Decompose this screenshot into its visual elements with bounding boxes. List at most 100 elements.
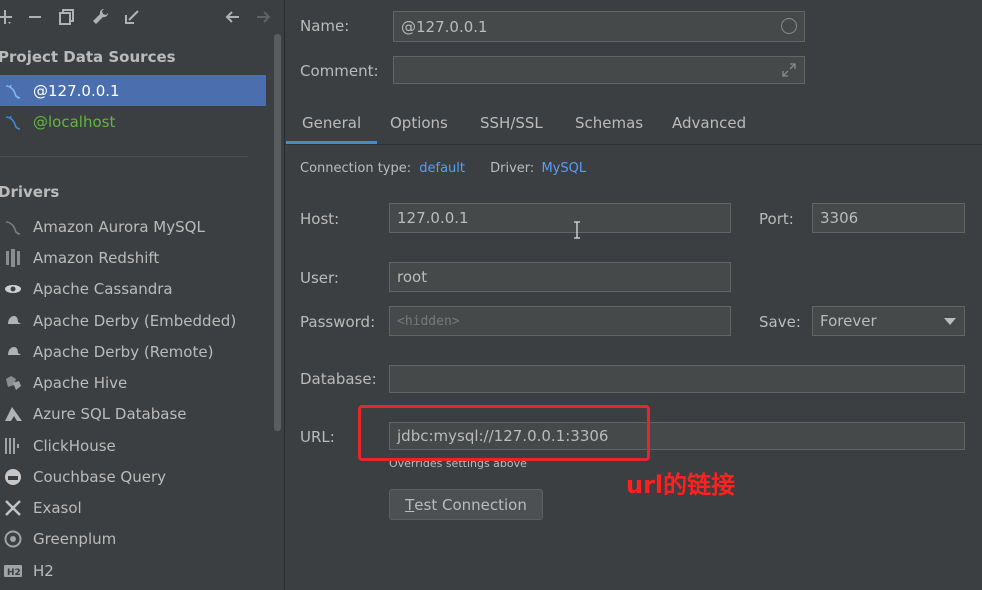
driver-label: Greenplum — [33, 529, 117, 548]
driver-label: Apache Cassandra — [33, 279, 173, 298]
driver-item-amazon-redshift[interactable]: Amazon Redshift — [0, 242, 266, 273]
chevron-down-icon — [944, 318, 956, 325]
duplicate-icon[interactable] — [56, 6, 78, 28]
driver-item-greenplum[interactable]: Greenplum — [0, 523, 266, 554]
user-input[interactable]: root — [389, 262, 731, 292]
derby-icon — [3, 314, 23, 328]
save-label: Save: — [759, 313, 801, 331]
test-connection-mnemonic: T — [405, 495, 415, 514]
color-circle-icon[interactable] — [781, 18, 797, 34]
connection-type-link[interactable]: default — [419, 161, 465, 176]
driver-item-apache-derby-remote[interactable]: Apache Derby (Remote) — [0, 336, 266, 367]
tab-ssh-ssl[interactable]: SSH/SSL — [464, 106, 559, 144]
mysql-dolphin-icon — [4, 82, 24, 100]
name-label: Name: — [300, 17, 350, 35]
drivers-header: Drivers — [0, 183, 60, 201]
connection-type-row: Connection type: default Driver: MySQL — [300, 161, 586, 176]
driver-label: Apache Derby (Remote) — [33, 342, 214, 361]
driver-label: Exasol — [33, 498, 82, 517]
url-highlight-box — [358, 405, 650, 461]
save-dropdown[interactable]: Forever — [812, 306, 965, 336]
exasol-icon — [3, 499, 23, 517]
azure-icon — [3, 406, 23, 422]
name-field-value: @127.0.0.1 — [401, 17, 488, 36]
comment-label: Comment: — [300, 62, 379, 80]
url-annotation: url的链接 — [626, 471, 736, 499]
tab-schemas[interactable]: Schemas — [559, 106, 659, 144]
svg-text:H2: H2 — [7, 568, 21, 578]
jump-to-icon[interactable] — [121, 6, 143, 28]
name-field[interactable]: @127.0.0.1 — [393, 11, 805, 42]
port-input-value: 3306 — [820, 209, 859, 227]
driver-item-apache-hive[interactable]: Apache Hive — [0, 367, 266, 398]
url-label: URL: — [300, 428, 335, 446]
cassandra-icon — [3, 282, 23, 296]
sidebar-divider — [0, 156, 248, 157]
remove-icon[interactable] — [24, 6, 46, 28]
add-icon[interactable] — [0, 6, 16, 28]
tab-advanced[interactable]: Advanced — [656, 106, 762, 144]
driver-link[interactable]: MySQL — [541, 161, 586, 176]
driver-label: Driver: — [490, 161, 535, 176]
redshift-icon — [3, 248, 23, 267]
data-source-item-localhost[interactable]: @localhost — [0, 106, 266, 137]
comment-field[interactable] — [393, 56, 805, 84]
forward-icon[interactable] — [253, 6, 275, 28]
sidebar-scrollbar-thumb[interactable] — [274, 34, 281, 431]
connection-type-label: Connection type: — [300, 161, 412, 176]
host-input-value: 127.0.0.1 — [397, 209, 469, 227]
data-sources-toolbar — [0, 0, 284, 34]
driver-item-amazon-aurora-mysql[interactable]: Amazon Aurora MySQL — [0, 211, 266, 242]
save-dropdown-value: Forever — [820, 312, 877, 330]
driver-item-azure-sql-database[interactable]: Azure SQL Database — [0, 398, 266, 429]
driver-label: Amazon Redshift — [33, 248, 160, 267]
driver-label: Couchbase Query — [33, 467, 167, 486]
aurora-mysql-icon — [3, 218, 23, 236]
tab-general[interactable]: General — [286, 106, 378, 144]
password-placeholder: <hidden> — [397, 313, 460, 329]
driver-label: Amazon Aurora MySQL — [33, 217, 205, 236]
couchbase-icon — [3, 468, 23, 486]
driver-label: Apache Hive — [33, 373, 128, 392]
properties-tabs: General Options SSH/SSL Schemas Advanced — [285, 106, 982, 145]
port-label: Port: — [759, 210, 794, 228]
expand-icon[interactable] — [780, 61, 798, 79]
driver-label: Azure SQL Database — [33, 404, 187, 423]
data-source-label: @localhost — [33, 112, 116, 131]
data-source-label: @127.0.0.1 — [33, 81, 120, 100]
test-connection-label: est Connection — [414, 495, 527, 514]
wrench-icon[interactable] — [89, 6, 111, 28]
user-input-value: root — [397, 268, 428, 286]
driver-label: Apache Derby (Embedded) — [33, 311, 237, 330]
h2-icon: H2 — [3, 564, 23, 578]
port-input[interactable]: 3306 — [812, 203, 965, 233]
database-input[interactable] — [389, 365, 965, 393]
data-sources-panel: Project Data Sources @127.0.0.1 @localho… — [0, 0, 285, 590]
database-label: Database: — [300, 370, 377, 388]
tab-options[interactable]: Options — [374, 106, 464, 144]
text-cursor-icon — [573, 221, 581, 239]
password-label: Password: — [300, 313, 376, 331]
data-source-item-127-0-0-1[interactable]: @127.0.0.1 — [0, 75, 266, 106]
greenplum-icon — [3, 530, 23, 548]
driver-item-exasol[interactable]: Exasol — [0, 492, 266, 523]
project-data-sources-header: Project Data Sources — [0, 48, 176, 66]
data-source-properties-panel: Name: @127.0.0.1 Comment: General Option… — [285, 0, 982, 590]
hive-icon — [3, 375, 23, 391]
host-input[interactable]: 127.0.0.1 — [389, 203, 731, 239]
driver-item-apache-derby-embedded[interactable]: Apache Derby (Embedded) — [0, 305, 266, 336]
mysql-dolphin-icon — [4, 113, 24, 131]
password-input[interactable]: <hidden> — [389, 306, 731, 336]
back-icon[interactable] — [221, 6, 243, 28]
derby-icon — [3, 345, 23, 359]
clickhouse-icon — [3, 437, 23, 454]
driver-item-clickhouse[interactable]: ClickHouse — [0, 430, 266, 461]
host-label: Host: — [300, 210, 340, 228]
driver-label: H2 — [33, 561, 54, 580]
driver-item-couchbase-query[interactable]: Couchbase Query — [0, 461, 266, 492]
driver-label: ClickHouse — [33, 436, 116, 455]
driver-item-h2[interactable]: H2 H2 — [0, 555, 266, 586]
user-label: User: — [300, 269, 339, 287]
test-connection-button[interactable]: Test Connection — [389, 489, 543, 520]
driver-item-apache-cassandra[interactable]: Apache Cassandra — [0, 273, 266, 304]
